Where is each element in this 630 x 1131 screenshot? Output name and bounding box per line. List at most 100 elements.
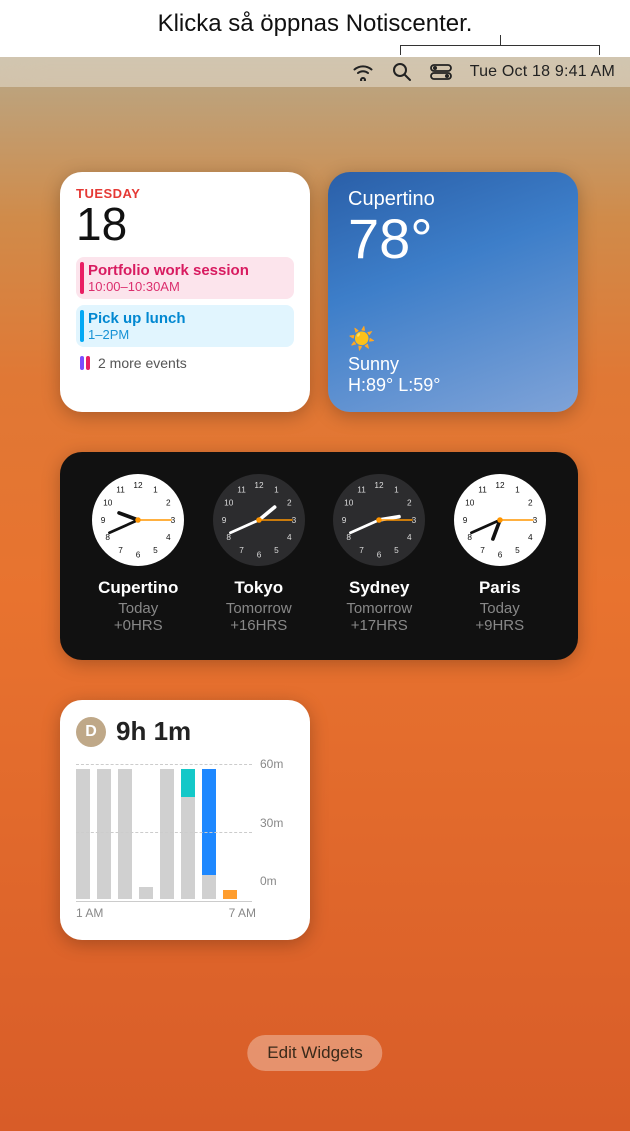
svg-text:4: 4 xyxy=(287,533,292,542)
y-label: 0m xyxy=(260,874,294,888)
svg-text:7: 7 xyxy=(480,546,485,555)
svg-text:10: 10 xyxy=(224,498,234,507)
svg-text:8: 8 xyxy=(226,533,231,542)
bar xyxy=(223,890,237,899)
clock-item: 123456789101112 Paris Today +9HRS xyxy=(440,474,561,634)
svg-text:1: 1 xyxy=(153,485,158,494)
clock-offset: +9HRS xyxy=(440,617,561,634)
desktop: Tue Oct 18 9:41 AM TUESDAY 18 Portfolio … xyxy=(0,57,630,1131)
svg-text:2: 2 xyxy=(287,498,292,507)
clock-city: Sydney xyxy=(319,578,440,598)
clock-day: Tomorrow xyxy=(199,600,320,617)
bar xyxy=(202,769,216,899)
svg-text:10: 10 xyxy=(344,498,354,507)
screentime-widget[interactable]: D 9h 1m 60m 30m 0m 1 AM 7 AM xyxy=(60,700,310,940)
bar xyxy=(97,769,111,899)
svg-text:11: 11 xyxy=(116,485,125,494)
weather-widget[interactable]: Cupertino 78° ☀️ Sunny H:89° L:59° xyxy=(328,172,578,412)
event-title: Portfolio work session xyxy=(88,262,286,279)
clock-face-icon: 123456789101112 xyxy=(213,474,305,566)
svg-text:1: 1 xyxy=(515,485,520,494)
svg-text:4: 4 xyxy=(528,533,533,542)
svg-text:9: 9 xyxy=(462,516,467,525)
clock-item: 123456789101112 Cupertino Today +0HRS xyxy=(78,474,199,634)
svg-text:12: 12 xyxy=(375,481,385,490)
svg-text:4: 4 xyxy=(166,533,171,542)
weather-high-low: H:89° L:59° xyxy=(348,375,558,396)
screentime-total: 9h 1m xyxy=(116,716,191,747)
more-dots-icon xyxy=(80,356,90,370)
svg-text:6: 6 xyxy=(136,551,141,560)
annotation-text: Klicka så öppnas Notiscenter. xyxy=(0,10,630,38)
menubar: Tue Oct 18 9:41 AM xyxy=(0,57,630,87)
clock-offset: +17HRS xyxy=(319,617,440,634)
svg-text:5: 5 xyxy=(274,546,279,555)
svg-text:8: 8 xyxy=(106,533,111,542)
event-title: Pick up lunch xyxy=(88,310,286,327)
svg-text:5: 5 xyxy=(153,546,158,555)
svg-text:12: 12 xyxy=(134,481,144,490)
svg-text:2: 2 xyxy=(407,498,412,507)
clock-city: Tokyo xyxy=(199,578,320,598)
svg-text:7: 7 xyxy=(359,546,364,555)
svg-text:6: 6 xyxy=(256,551,261,560)
calendar-event[interactable]: Pick up lunch 1–2PM xyxy=(76,305,294,347)
svg-text:10: 10 xyxy=(465,498,475,507)
svg-text:8: 8 xyxy=(347,533,352,542)
svg-text:6: 6 xyxy=(497,551,502,560)
svg-text:7: 7 xyxy=(118,546,123,555)
clock-face-icon: 123456789101112 xyxy=(454,474,546,566)
screentime-chart: 60m 30m 0m xyxy=(76,757,294,902)
sun-icon: ☀️ xyxy=(348,326,558,352)
x-label: 7 AM xyxy=(229,906,256,920)
svg-text:2: 2 xyxy=(528,498,533,507)
clock-day: Tomorrow xyxy=(319,600,440,617)
clock-offset: +0HRS xyxy=(78,617,199,634)
spotlight-icon[interactable] xyxy=(392,62,412,82)
clock-item: 123456789101112 Sydney Tomorrow +17HRS xyxy=(319,474,440,634)
svg-text:1: 1 xyxy=(394,485,399,494)
bar xyxy=(181,769,195,899)
svg-text:10: 10 xyxy=(103,498,113,507)
calendar-widget[interactable]: TUESDAY 18 Portfolio work session 10:00–… xyxy=(60,172,310,412)
svg-text:12: 12 xyxy=(254,481,264,490)
event-time: 10:00–10:30AM xyxy=(88,279,286,294)
avatar: D xyxy=(76,717,106,747)
callout-stem xyxy=(500,35,501,45)
y-label: 60m xyxy=(260,757,294,771)
svg-text:1: 1 xyxy=(274,485,279,494)
menubar-datetime[interactable]: Tue Oct 18 9:41 AM xyxy=(470,63,615,81)
svg-text:5: 5 xyxy=(394,546,399,555)
more-label: 2 more events xyxy=(98,355,187,371)
clock-face-icon: 123456789101112 xyxy=(92,474,184,566)
world-clock-widget[interactable]: 123456789101112 Cupertino Today +0HRS 12… xyxy=(60,452,578,660)
bar xyxy=(160,769,174,899)
wifi-icon[interactable] xyxy=(352,63,374,81)
x-label: 1 AM xyxy=(76,906,103,920)
clock-face-icon: 123456789101112 xyxy=(333,474,425,566)
calendar-event[interactable]: Portfolio work session 10:00–10:30AM xyxy=(76,257,294,299)
bar xyxy=(139,887,153,899)
svg-text:9: 9 xyxy=(101,516,106,525)
bar xyxy=(118,769,132,899)
clock-day: Today xyxy=(78,600,199,617)
weather-temp: 78° xyxy=(348,211,558,267)
control-center-icon[interactable] xyxy=(430,64,452,80)
svg-text:4: 4 xyxy=(407,533,412,542)
y-label: 30m xyxy=(260,816,294,830)
svg-text:9: 9 xyxy=(342,516,347,525)
bar xyxy=(76,769,90,899)
svg-text:11: 11 xyxy=(357,485,366,494)
svg-text:11: 11 xyxy=(478,485,487,494)
edit-widgets-button[interactable]: Edit Widgets xyxy=(247,1035,382,1071)
event-time: 1–2PM xyxy=(88,327,286,342)
svg-text:2: 2 xyxy=(166,498,171,507)
svg-text:8: 8 xyxy=(467,533,472,542)
calendar-date: 18 xyxy=(76,197,294,251)
svg-text:7: 7 xyxy=(239,546,244,555)
clock-city: Paris xyxy=(440,578,561,598)
svg-text:9: 9 xyxy=(221,516,226,525)
calendar-more-events[interactable]: 2 more events xyxy=(76,355,294,371)
clock-offset: +16HRS xyxy=(199,617,320,634)
svg-text:11: 11 xyxy=(237,485,246,494)
